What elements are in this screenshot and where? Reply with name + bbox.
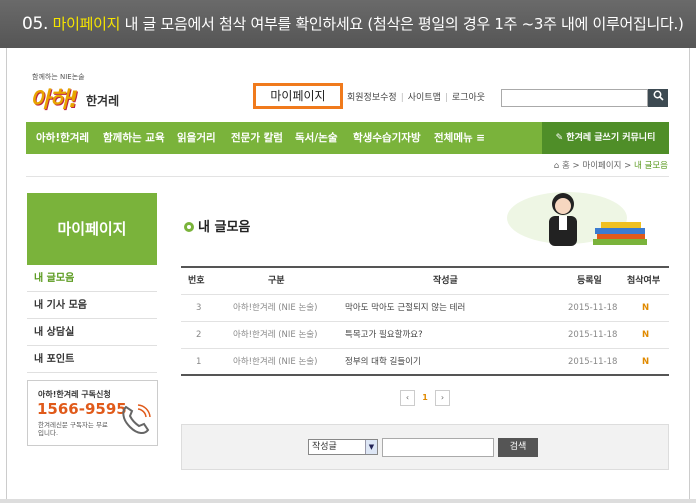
sidebar-item-counsel[interactable]: 내 상담실 [27, 319, 157, 346]
row-subject-link[interactable]: 정부의 대학 길들이기 [345, 349, 421, 376]
sidebar-item-my-posts[interactable]: 내 글모음 [27, 265, 157, 292]
row-category: 아하!한겨레 (NIE 논술) [233, 330, 318, 340]
page-number-current[interactable]: 1 [420, 390, 430, 406]
row-subject-link[interactable]: 막아도 막아도 근절되지 않는 테러 [345, 295, 465, 322]
edit-profile-link[interactable]: 회원정보수정 [347, 93, 397, 103]
row-num: 2 [196, 330, 202, 340]
nav-item-expert-column[interactable]: 전문가 칼럼 [231, 122, 283, 154]
sidebar-item-points[interactable]: 내 포인트 [27, 346, 157, 373]
search-button[interactable] [648, 89, 668, 107]
post-search-area: 작성글 ▼ 검색 [181, 424, 669, 470]
site-search-input[interactable] [501, 89, 648, 107]
sitemap-link[interactable]: 사이트맵 [408, 93, 441, 103]
subscription-promo[interactable]: 아하!한겨레 구독신청 1566-9595 한겨레신문 구독자는 무료입니다. [27, 380, 158, 446]
nav-item-student-reporter[interactable]: 학생수습기자방 [353, 122, 421, 154]
write-community-button[interactable]: ✎ 한겨레 글쓰기 커뮤니티 [542, 122, 669, 154]
chevron-down-icon: ▼ [365, 440, 377, 454]
row-date: 2015-11-18 [568, 330, 618, 340]
sidebar-title: 마이페이지 [27, 193, 157, 265]
home-icon[interactable]: ⌂ [554, 161, 559, 171]
title-bullet-icon [184, 222, 194, 232]
site-logo[interactable]: 함께하는 NIE논술 아하! 한겨레 [26, 72, 146, 114]
step-number: 05. [22, 14, 49, 34]
breadcrumb-mypage[interactable]: 마이페이지 [582, 161, 621, 171]
search-icon [653, 90, 664, 104]
page-title: 내 글모음 [184, 216, 250, 235]
divider [26, 176, 669, 177]
row-date: 2015-11-18 [568, 357, 618, 367]
student-illustration [505, 188, 670, 250]
bottom-bar [0, 499, 696, 503]
row-category: 아하!한겨레 (NIE 논술) [233, 303, 318, 313]
mypage-link[interactable]: 마이페이지 [253, 83, 343, 109]
header-date: 등록일 [577, 276, 602, 286]
header-num: 번호 [188, 276, 205, 286]
promo-phone: 1566-9595 [37, 400, 127, 418]
table-bottom-border [181, 374, 669, 376]
phone-icon [118, 403, 152, 444]
header-status: 첨삭여부 [627, 276, 661, 286]
instruction-banner: 05. 마이페이지 내 글 모음에서 첨삭 여부를 확인하세요 (첨삭은 평일의… [0, 0, 696, 48]
row-num: 1 [196, 357, 202, 367]
row-status: N [642, 303, 650, 313]
row-num: 3 [196, 303, 202, 313]
sidebar-item-my-articles[interactable]: 내 기사 모음 [27, 292, 157, 319]
row-category: 아하!한겨레 (NIE 논술) [233, 357, 318, 367]
banner-text: 내 글 모음에서 첨삭 여부를 확인하세요 (첨삭은 평일의 경우 1주 ~3주… [120, 15, 684, 33]
row-status: N [642, 330, 650, 340]
breadcrumb-home[interactable]: 홈 [562, 161, 570, 171]
keyword-input[interactable] [382, 438, 494, 457]
nav-item-reading[interactable]: 읽을거리 [177, 122, 216, 154]
row-status: N [642, 357, 650, 367]
breadcrumb-current: 내 글모음 [634, 161, 668, 171]
table-row[interactable]: 3 아하!한겨레 (NIE 논술) 막아도 막아도 근절되지 않는 테러 201… [181, 295, 669, 322]
nav-item-education[interactable]: 함께하는 교육 [103, 122, 165, 154]
logo-sub-text: 한겨레 [86, 94, 120, 108]
prev-page-button[interactable]: ‹ [400, 390, 415, 406]
logo-main-text: 아하! [30, 88, 79, 113]
table-header: 번호 구분 작성글 등록일 첨삭여부 [181, 268, 669, 295]
nav-item-essay[interactable]: 독서/논술 [295, 122, 337, 154]
breadcrumb: ⌂ 홈 > 마이페이지 > 내 글모음 [553, 161, 668, 171]
row-subject-link[interactable]: 특목고가 필요할까요? [345, 322, 423, 349]
logo-tagline: 함께하는 NIE논술 [32, 73, 85, 81]
nav-item-aha[interactable]: 아하!한겨레 [36, 122, 89, 154]
promo-title: 아하!한겨레 구독신청 [38, 390, 111, 399]
table-row[interactable]: 1 아하!한겨레 (NIE 논술) 정부의 대학 길들이기 2015-11-18… [181, 349, 669, 376]
row-date: 2015-11-18 [568, 303, 618, 313]
search-submit-button[interactable]: 검색 [498, 438, 538, 457]
search-field-value: 작성글 [312, 442, 337, 452]
header-subject: 작성글 [433, 276, 458, 286]
search-field-select[interactable]: 작성글 ▼ [308, 439, 378, 455]
next-page-button[interactable]: › [435, 390, 450, 406]
header-category: 구분 [268, 276, 285, 286]
banner-highlight: 마이페이지 [52, 15, 121, 33]
logout-link[interactable]: 로그아웃 [452, 93, 485, 103]
main-nav: 아하!한겨레 함께하는 교육 읽을거리 전문가 칼럼 독서/논술 학생수습기자방… [26, 122, 669, 154]
nav-item-all-menu[interactable]: 전체메뉴 ≡ [434, 122, 485, 154]
promo-note: 한겨레신문 구독자는 무료입니다. [38, 421, 108, 437]
top-links: 회원정보수정 | 사이트맵 | 로그아웃 [347, 93, 486, 103]
table-row[interactable]: 2 아하!한겨레 (NIE 논술) 특목고가 필요할까요? 2015-11-18… [181, 322, 669, 349]
